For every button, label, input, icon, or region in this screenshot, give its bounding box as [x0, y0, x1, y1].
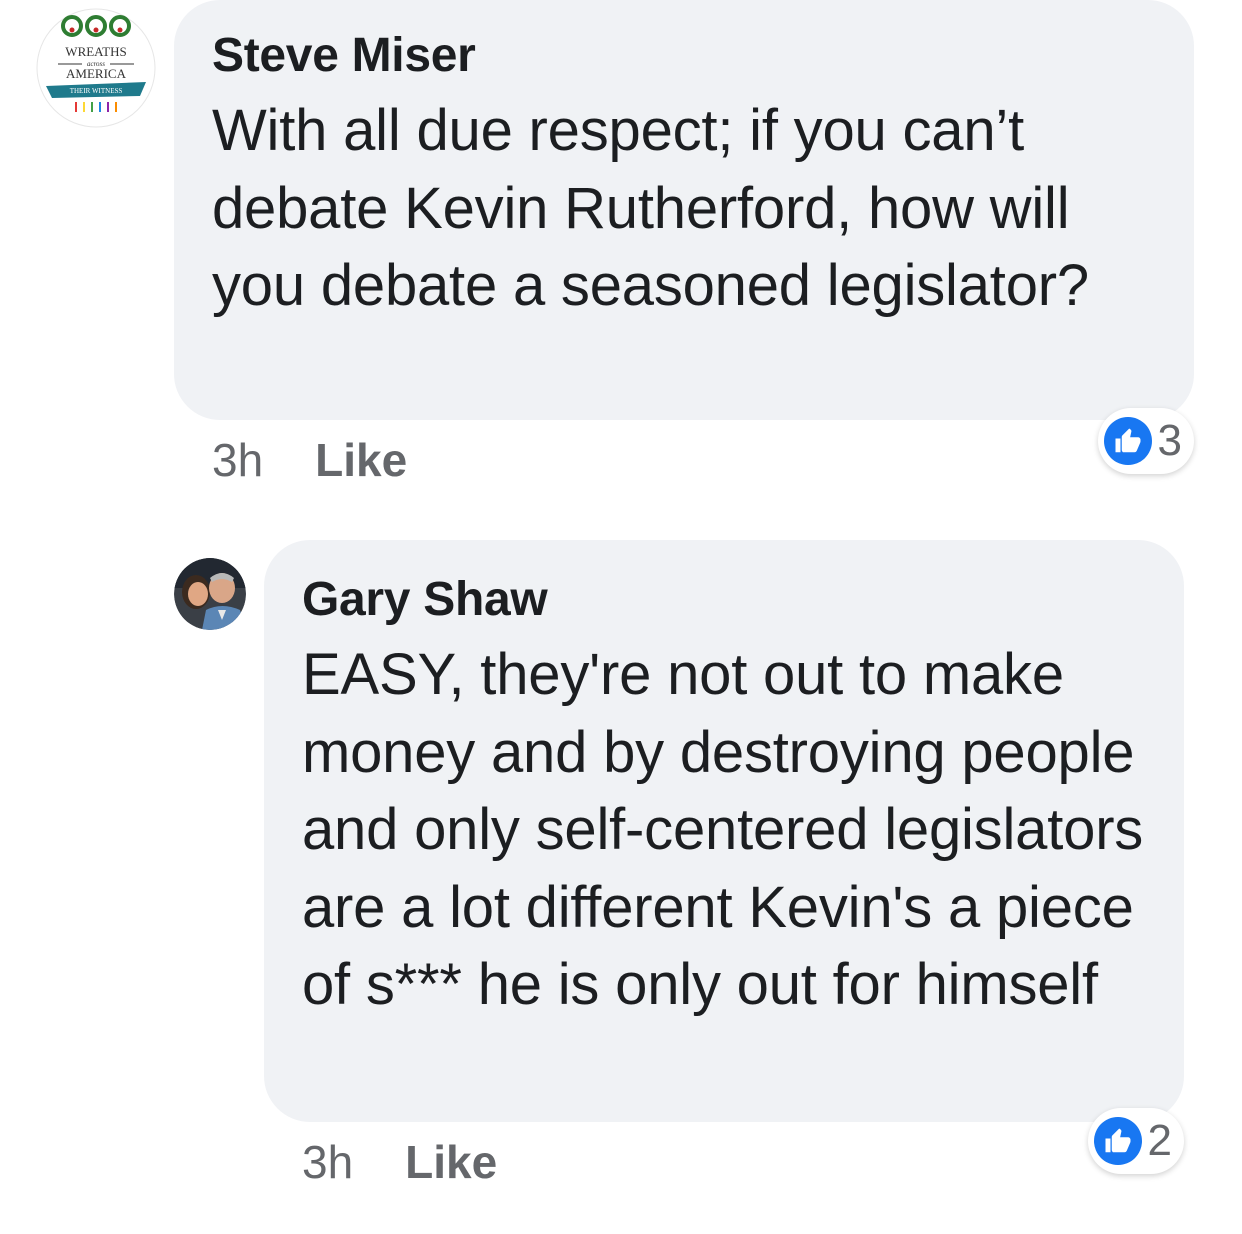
reaction-count: 3: [1157, 416, 1182, 465]
avatar[interactable]: [174, 558, 246, 630]
wreaths-across-america-logo: WREATHS across AMERICA THEIR WITNESS: [36, 8, 156, 128]
like-button[interactable]: Like: [315, 432, 407, 488]
svg-text:AMERICA: AMERICA: [66, 66, 127, 81]
reaction-count: 2: [1147, 1116, 1172, 1165]
user-photo-avatar: [174, 558, 246, 630]
comment-author[interactable]: Gary Shaw: [302, 572, 548, 628]
like-icon: [1094, 1117, 1142, 1165]
svg-text:THEIR WITNESS: THEIR WITNESS: [70, 87, 123, 95]
comment-author[interactable]: Steve Miser: [212, 28, 476, 84]
like-button[interactable]: Like: [405, 1134, 497, 1190]
comment-meta: 3h Like: [302, 1134, 497, 1190]
comment-timestamp[interactable]: 3h: [302, 1134, 353, 1190]
reaction-count-badge[interactable]: 2: [1088, 1108, 1184, 1174]
comment-timestamp[interactable]: 3h: [212, 432, 263, 488]
comment-meta: 3h Like: [212, 432, 407, 488]
logo-text: WREATHS: [65, 44, 126, 59]
avatar[interactable]: WREATHS across AMERICA THEIR WITNESS: [36, 8, 156, 128]
comment-text: EASY, they're not out to make money and …: [302, 642, 1144, 1017]
comment-text: With all due respect; if you can’t debat…: [212, 98, 1089, 318]
reaction-count-badge[interactable]: 3: [1098, 408, 1194, 474]
like-icon: [1104, 417, 1152, 465]
